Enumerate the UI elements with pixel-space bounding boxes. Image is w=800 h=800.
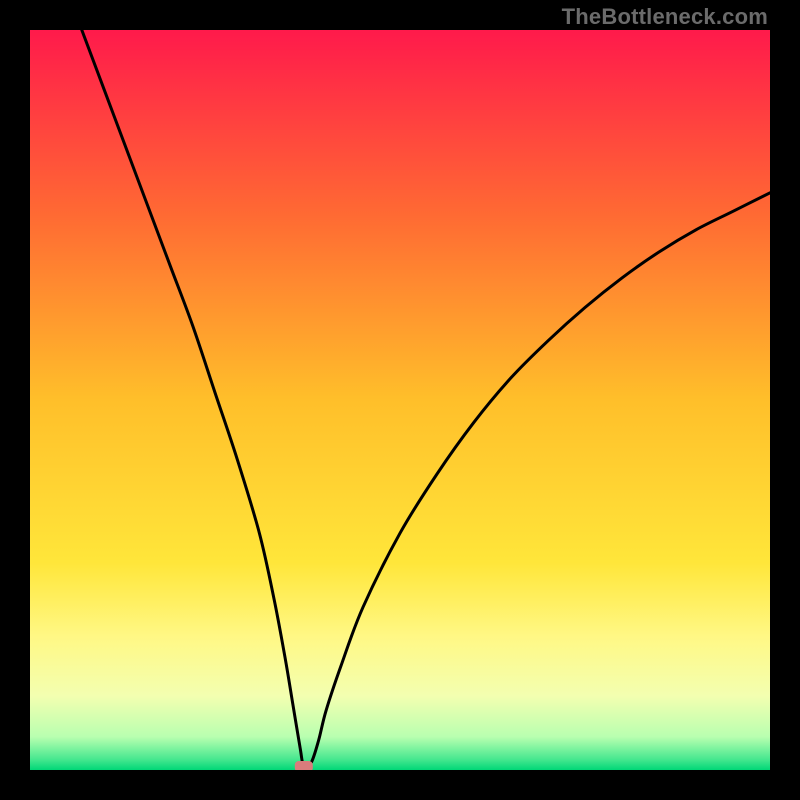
watermark-text: TheBottleneck.com bbox=[562, 4, 768, 30]
minimum-marker bbox=[295, 761, 313, 770]
chart-container: TheBottleneck.com bbox=[0, 0, 800, 800]
plot-area bbox=[30, 30, 770, 770]
gradient-background bbox=[30, 30, 770, 770]
plot-outer bbox=[30, 30, 770, 770]
